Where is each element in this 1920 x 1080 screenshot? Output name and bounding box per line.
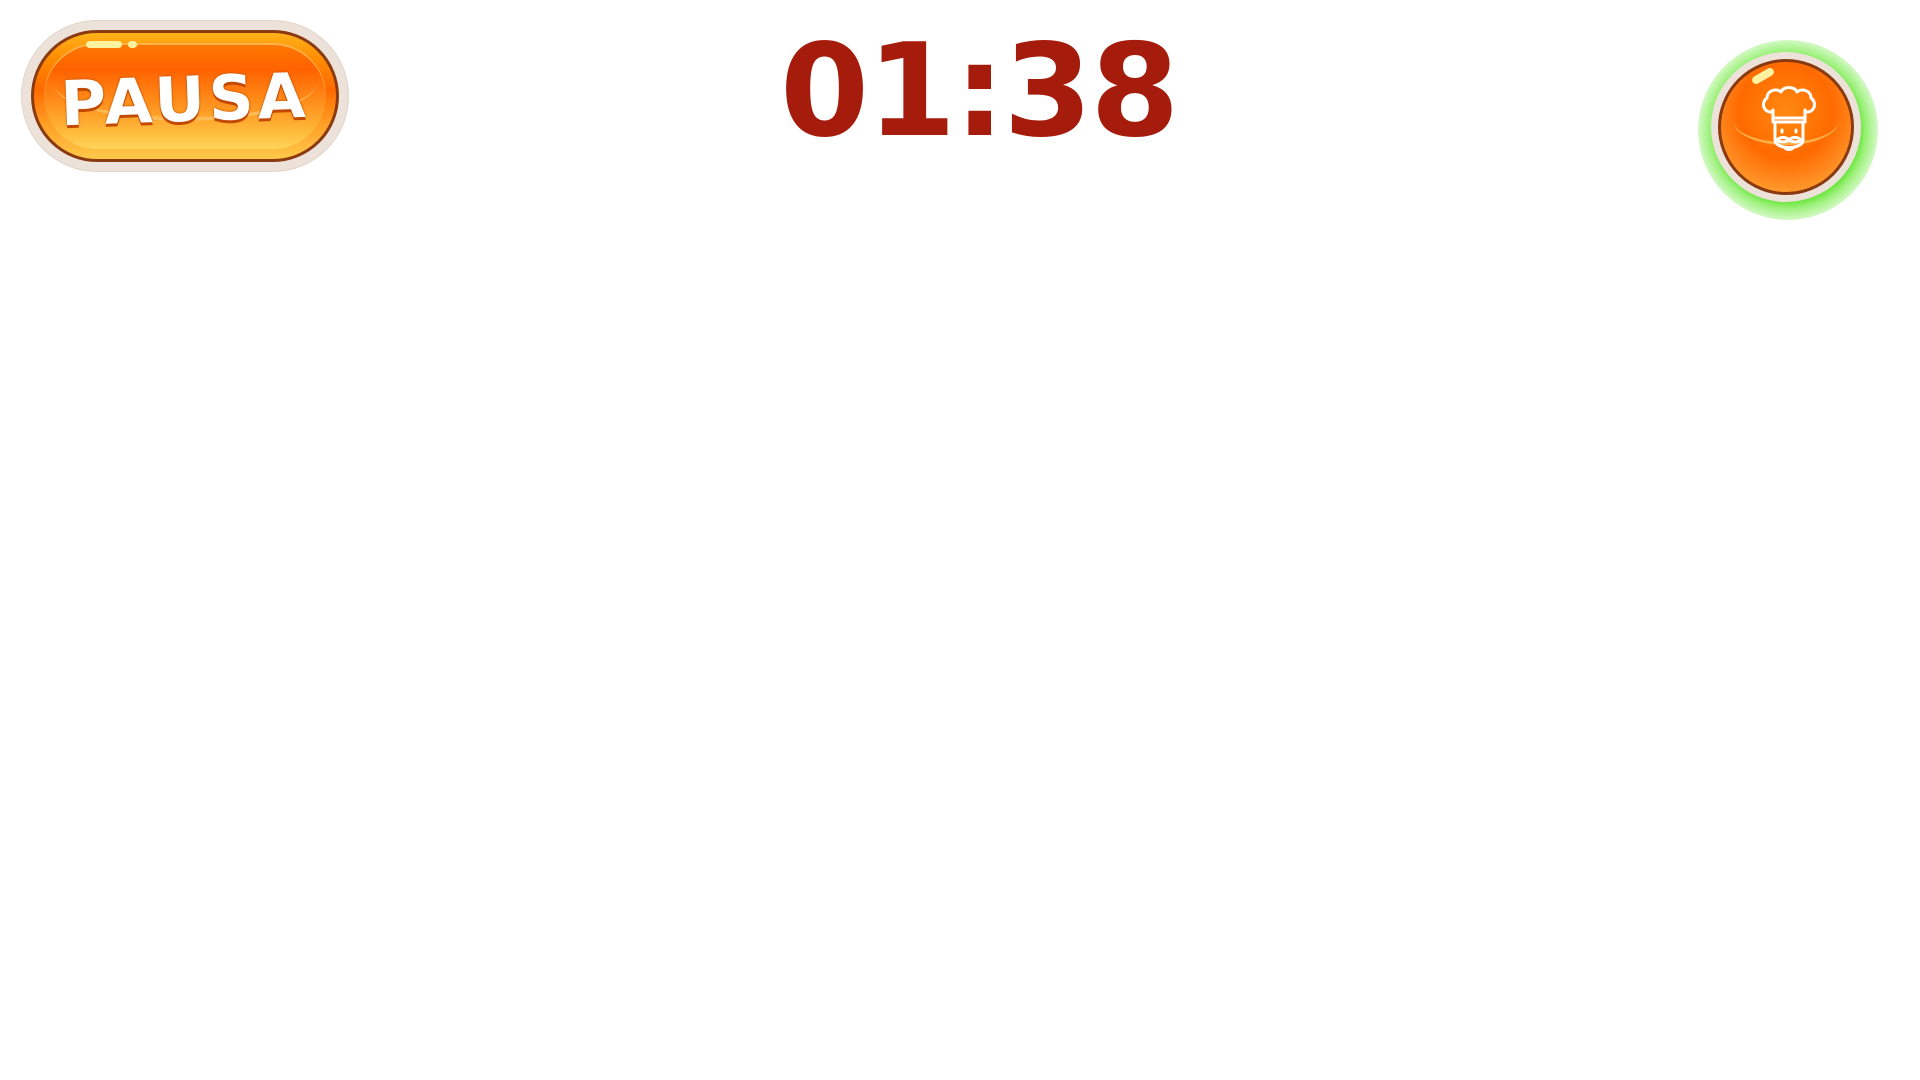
pause-button-gloss xyxy=(86,41,122,48)
pause-button-frame: PAUSA xyxy=(21,20,349,172)
chef-icon xyxy=(1762,86,1816,151)
pause-button-gloss-dot xyxy=(128,41,137,48)
chef-button[interactable] xyxy=(1718,59,1854,195)
pause-button[interactable]: PAUSA xyxy=(31,30,339,162)
countdown-timer: 01:38 xyxy=(780,17,1179,166)
game-screen: PAUSA 01:38 xyxy=(0,0,1920,1080)
pause-button-label: PAUSA xyxy=(59,58,311,141)
